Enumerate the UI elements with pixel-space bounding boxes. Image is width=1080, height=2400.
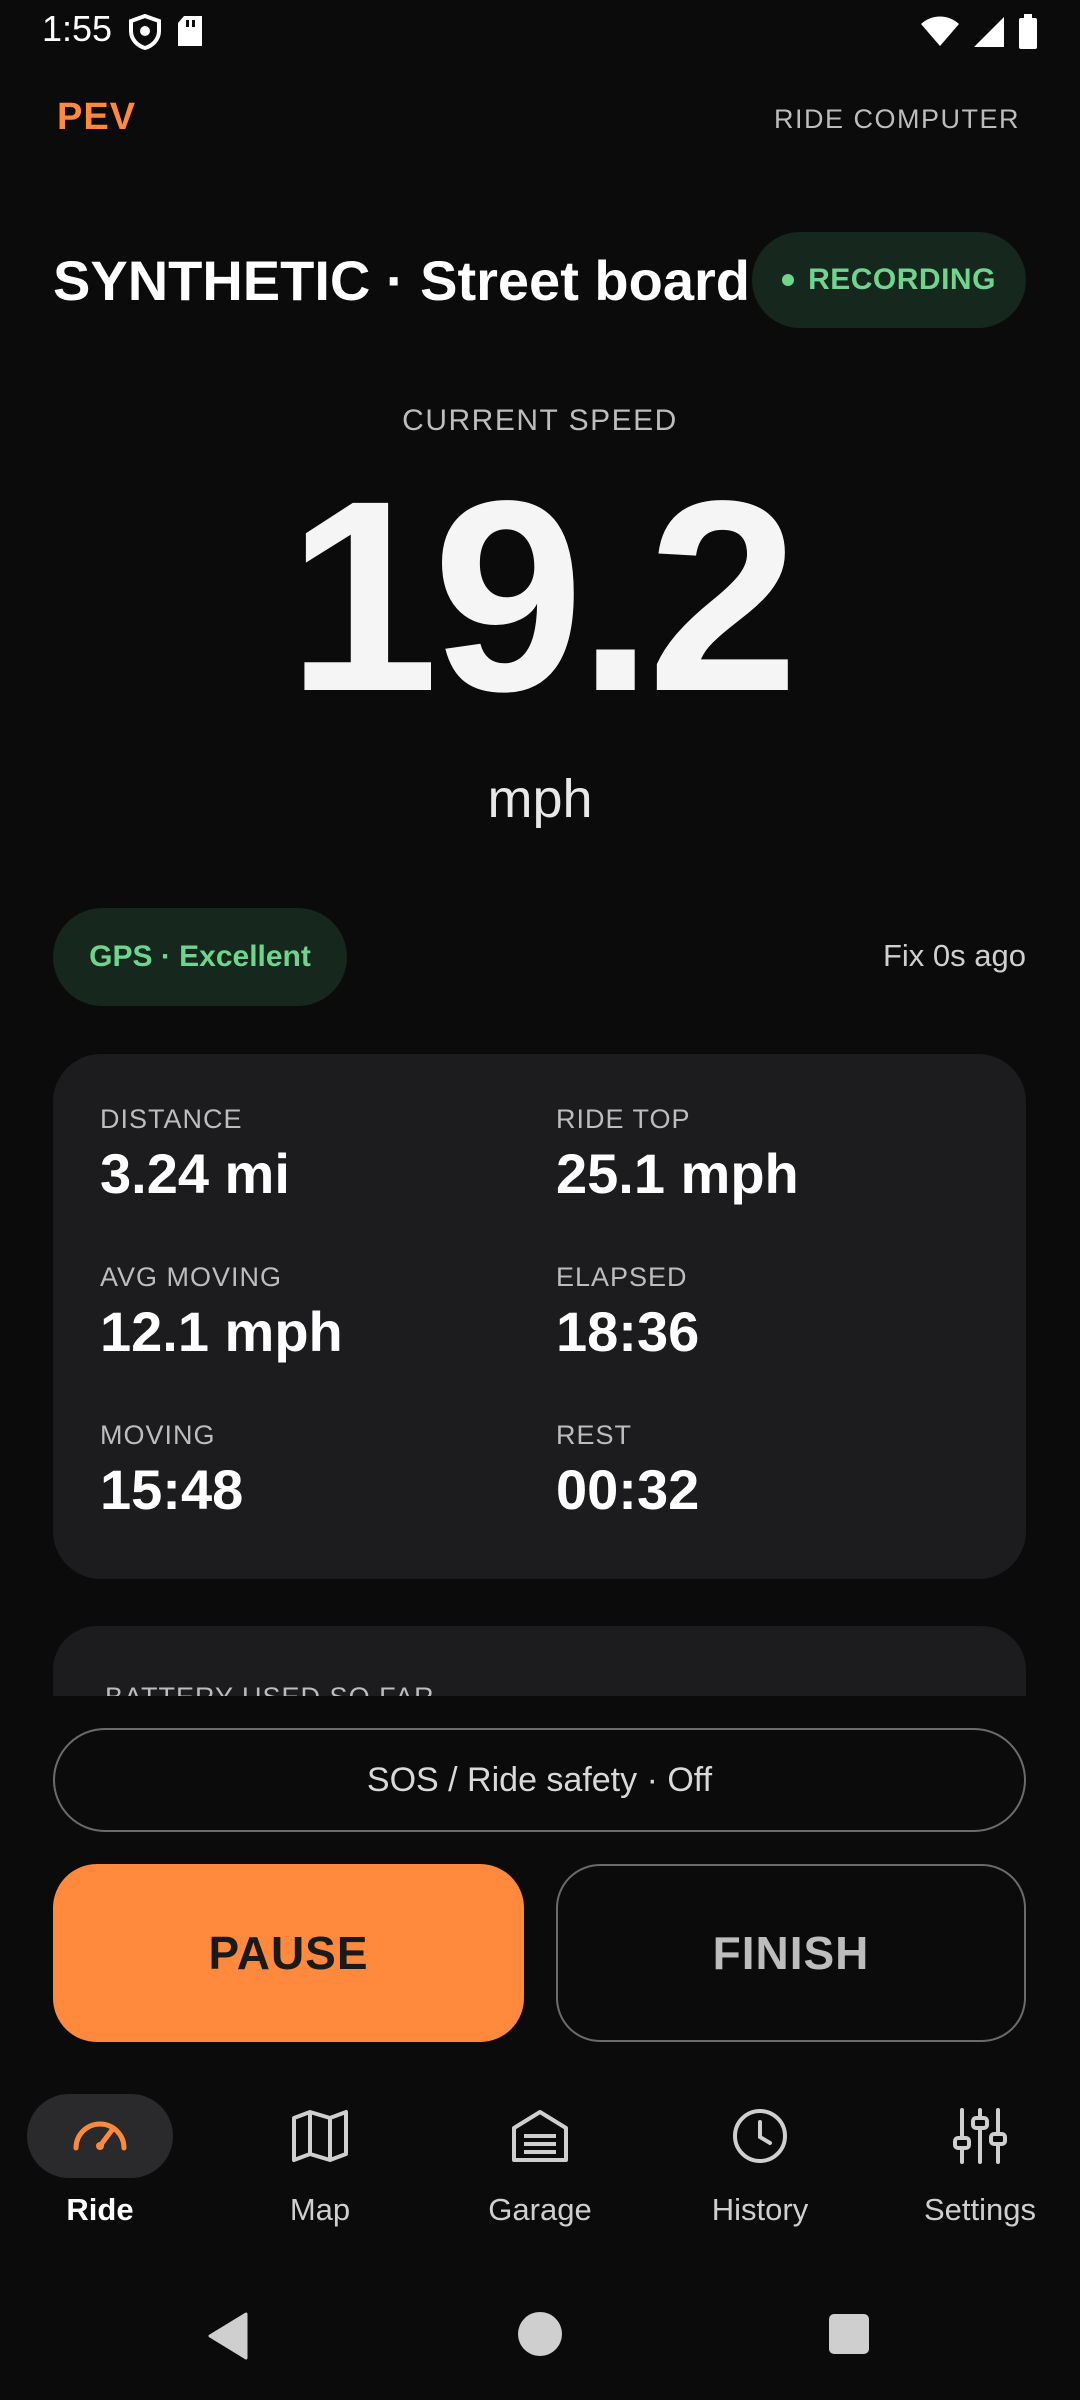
finish-button[interactable]: FINISH (556, 1864, 1026, 2042)
battery-label: BATTERY USED SO FAR (105, 1682, 435, 1696)
back-icon[interactable] (206, 2312, 250, 2365)
battery-icon (1018, 14, 1038, 55)
speed-value: 19.2 (287, 444, 798, 748)
recording-dot-icon (782, 274, 795, 286)
sos-safety-button[interactable]: SOS / Ride safety · Off (53, 1728, 1026, 1832)
stat-value: 15:48 (100, 1458, 244, 1521)
app-bar: PEV RIDE COMPUTER (0, 90, 1080, 152)
stat-avg-moving: AVG MOVING 12.1 mph (100, 1262, 520, 1364)
pause-button[interactable]: PAUSE (53, 1864, 524, 2042)
stat-value: 3.24 mi (100, 1142, 290, 1205)
nav-label: Settings (923, 2192, 1036, 2227)
stat-value: 12.1 mph (100, 1300, 343, 1363)
cell-signal-icon (972, 15, 1006, 54)
sd-card-icon (176, 14, 204, 55)
battery-card[interactable]: BATTERY USED SO FAR (53, 1626, 1026, 1696)
board-title: SYNTHETIC · Street board (53, 249, 750, 312)
stat-label: RIDE TOP (556, 1104, 691, 1134)
recording-label: RECORDING (808, 263, 996, 296)
nav-label: History (711, 2192, 809, 2227)
stat-label: DISTANCE (100, 1104, 243, 1134)
recording-badge: RECORDING (752, 232, 1026, 328)
stat-label: AVG MOVING (100, 1262, 283, 1292)
stats-card: DISTANCE 3.24 mi RIDE TOP 25.1 mph AVG M… (53, 1054, 1026, 1579)
stat-label: REST (556, 1420, 633, 1450)
stat-distance: DISTANCE 3.24 mi (100, 1104, 520, 1206)
gps-fix-time: Fix 0s ago (882, 938, 1026, 973)
speed-unit: mph (487, 769, 593, 829)
clock-icon (687, 2094, 833, 2178)
bottom-nav: Ride Map Garage History Settings (0, 2074, 1080, 2244)
garage-icon (467, 2094, 613, 2178)
brand-logo: PEV (57, 96, 137, 138)
app-subtitle: RIDE COMPUTER (773, 104, 1020, 134)
speedometer-icon (27, 2094, 173, 2178)
stat-moving: MOVING 15:48 (100, 1420, 520, 1522)
sliders-icon (907, 2094, 1053, 2178)
map-icon (247, 2094, 393, 2178)
stat-label: ELAPSED (556, 1262, 688, 1292)
home-icon[interactable] (518, 2312, 562, 2356)
status-bar: 1:55 (0, 0, 1080, 64)
stat-value: 25.1 mph (556, 1142, 799, 1205)
speed-label: CURRENT SPEED (402, 404, 678, 437)
stat-ride-top: RIDE TOP 25.1 mph (556, 1104, 976, 1206)
gps-status-badge: GPS · Excellent (53, 908, 347, 1006)
stat-value: 00:32 (556, 1458, 700, 1521)
nav-label: Ride (66, 2192, 134, 2227)
stat-value: 18:36 (556, 1300, 700, 1363)
nav-label: Map (289, 2192, 351, 2227)
nav-item-garage[interactable]: Garage (440, 2074, 640, 2244)
stat-label: MOVING (100, 1420, 216, 1450)
nav-label: Garage (488, 2192, 592, 2227)
stat-elapsed: ELAPSED 18:36 (556, 1262, 976, 1364)
status-time: 1:55 (42, 8, 113, 49)
wifi-icon (920, 16, 960, 53)
recents-icon[interactable] (829, 2314, 869, 2354)
shield-icon (128, 13, 162, 55)
nav-item-map[interactable]: Map (220, 2074, 420, 2244)
nav-item-history[interactable]: History (660, 2074, 860, 2244)
nav-item-ride[interactable]: Ride (0, 2074, 200, 2244)
stat-rest: REST 00:32 (556, 1420, 976, 1522)
system-nav-bar (0, 2290, 1080, 2380)
nav-item-settings[interactable]: Settings (880, 2074, 1080, 2244)
